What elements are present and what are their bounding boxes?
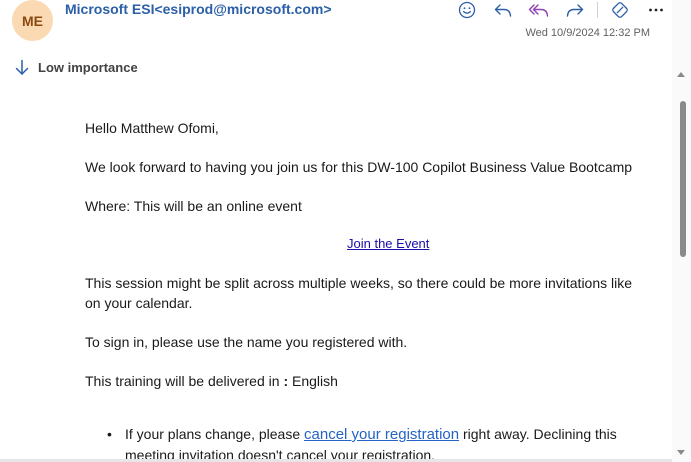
bullet-suffix: right away. Declining this — [462, 426, 617, 442]
loop-button[interactable] — [602, 0, 638, 20]
forward-icon — [566, 4, 584, 17]
vertical-scrollbar[interactable] — [672, 0, 691, 462]
more-options-button[interactable] — [638, 0, 674, 20]
bullet-text: If your plans change, please cancel your… — [125, 424, 617, 462]
avatar[interactable]: ME — [12, 0, 53, 41]
session-note: This session might be split across multi… — [85, 273, 645, 313]
session-note-line-2: on your calendar. — [85, 295, 193, 311]
delivery-language: This training will be delivered in : Eng… — [85, 371, 645, 391]
arrow-down-icon — [15, 59, 29, 75]
avatar-initials: ME — [22, 12, 43, 29]
join-event-link[interactable]: Join the Event — [347, 236, 429, 251]
reply-all-button[interactable] — [521, 0, 557, 20]
toolbar-divider — [597, 2, 598, 18]
delivery-prefix: This training will be delivered in — [85, 373, 280, 389]
message-actions-toolbar — [449, 0, 674, 20]
sender[interactable]: Microsoft ESI<esiprod@microsoft.com> — [65, 1, 332, 17]
scroll-down-arrow-icon[interactable] — [677, 450, 685, 455]
scroll-thumb[interactable] — [680, 101, 686, 257]
more-icon — [649, 8, 663, 12]
sender-name: Microsoft ESI — [65, 1, 155, 17]
greeting: Hello Matthew Ofomi, — [85, 120, 219, 136]
delivery-colon: : — [283, 373, 289, 389]
list-item: • If your plans change, please cancel yo… — [107, 424, 642, 462]
sender-email: <esiprod@microsoft.com> — [154, 1, 332, 17]
scroll-up-arrow-icon[interactable] — [677, 72, 685, 77]
event-location: Where: This will be an online event — [85, 198, 302, 214]
sign-in-instructions: To sign in, please use the name you regi… — [85, 334, 408, 350]
reply-all-icon — [528, 4, 549, 17]
emoji-react-button[interactable] — [449, 0, 485, 20]
bullet-dot: • — [107, 426, 112, 442]
cancel-registration-link[interactable]: cancel your registration — [304, 426, 459, 443]
importance-indicator: Low importance — [14, 59, 138, 76]
intro-paragraph: We look forward to having you join us fo… — [85, 159, 633, 175]
delivery-language-value: English — [292, 373, 338, 389]
reply-icon — [494, 4, 512, 17]
received-datetime: Wed 10/9/2024 12:32 PM — [525, 27, 650, 39]
loop-icon — [612, 2, 628, 18]
bullet-prefix: If your plans change, please — [125, 426, 301, 442]
session-note-line-1: This session might be split across multi… — [85, 275, 633, 291]
forward-button[interactable] — [557, 0, 593, 20]
email-reading-pane: ME Microsoft ESI<esiprod@microsoft.com> — [0, 0, 691, 462]
importance-label: Low importance — [38, 60, 138, 75]
smile-icon — [458, 1, 476, 19]
reply-button[interactable] — [485, 0, 521, 20]
bullet-list: • If your plans change, please cancel yo… — [107, 424, 642, 462]
